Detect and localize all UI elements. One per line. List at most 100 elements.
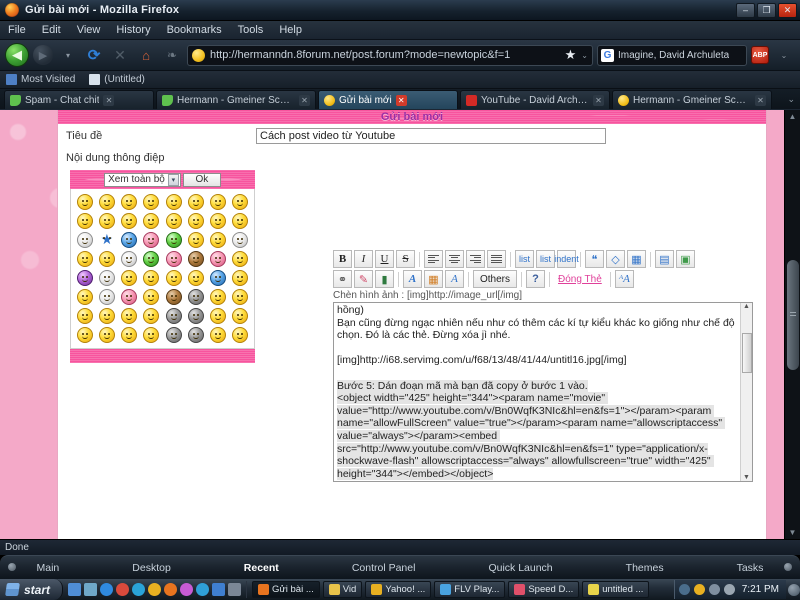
align-right-button[interactable] <box>466 250 485 268</box>
yahoo-messenger-icon[interactable] <box>148 583 162 596</box>
address-bar[interactable]: http://hermanndn.8forum.net/post.forum?m… <box>187 44 593 66</box>
smiley-icon[interactable] <box>121 232 138 248</box>
smiley-icon[interactable] <box>143 232 160 248</box>
smiley-icon[interactable] <box>121 194 138 210</box>
smiley-icon[interactable] <box>165 232 182 248</box>
smiley-icon[interactable] <box>165 289 182 305</box>
tab-close-icon[interactable]: ✕ <box>395 94 407 106</box>
dock-item-desktop[interactable]: Desktop <box>132 562 171 574</box>
spellcheck-button[interactable]: ᴬA <box>614 270 634 288</box>
clock[interactable]: 7:21 PM <box>739 584 782 595</box>
italic-button[interactable]: I <box>354 250 373 268</box>
smiley-icon[interactable] <box>143 289 160 305</box>
tab-close-icon[interactable]: ✕ <box>593 94 604 106</box>
volume-icon[interactable] <box>723 584 735 595</box>
tab-list-dropdown-icon[interactable]: ⌄ <box>787 94 800 105</box>
smiley-icon[interactable] <box>165 327 182 343</box>
smiley-icon[interactable] <box>76 270 93 286</box>
font-face-button[interactable]: A <box>403 270 422 288</box>
show-desktop-icon[interactable] <box>788 583 800 596</box>
smiley-icon[interactable] <box>165 251 182 267</box>
tab-close-icon[interactable]: ✕ <box>103 94 115 106</box>
ordered-list-button[interactable]: list <box>536 250 555 268</box>
smiley-icon[interactable] <box>98 289 115 305</box>
smiley-icon[interactable] <box>187 308 204 324</box>
taskbar-item[interactable]: Speed D... <box>508 581 580 598</box>
smiley-icon[interactable] <box>210 251 227 267</box>
smiley-icon[interactable] <box>187 232 204 248</box>
scroll-down-icon[interactable]: ▼ <box>743 474 750 481</box>
smiley-icon[interactable] <box>76 213 93 229</box>
url-dropdown-icon[interactable]: ⌄ <box>581 51 588 60</box>
font-size-button[interactable]: A <box>445 270 464 288</box>
tab-gui-bai-moi[interactable]: Gửi bài mới ✕ <box>318 90 458 109</box>
smiley-icon[interactable] <box>165 270 182 286</box>
smiley-icon[interactable] <box>232 194 249 210</box>
messenger-icon[interactable] <box>693 584 705 595</box>
align-center-button[interactable] <box>445 250 464 268</box>
display-icon[interactable] <box>708 584 720 595</box>
stop-icon[interactable]: ✕ <box>109 44 131 66</box>
table-button[interactable]: ▦ <box>627 250 646 268</box>
smiley-icon[interactable] <box>98 270 115 286</box>
dock-handle-left-icon[interactable] <box>8 563 16 571</box>
feather-icon[interactable]: ❧ <box>161 44 183 66</box>
search-icon[interactable] <box>132 583 146 596</box>
pen-button[interactable]: ✎ <box>354 270 373 288</box>
show-desktop-icon[interactable] <box>68 583 82 596</box>
page-scrollbar[interactable]: ▲ ▼ <box>784 110 800 539</box>
dock-item-recent[interactable]: Recent <box>244 562 279 574</box>
underline-button[interactable]: U <box>375 250 394 268</box>
internet-explorer-icon[interactable] <box>100 583 114 596</box>
history-dropdown-icon[interactable]: ▾ <box>57 44 79 66</box>
dock-handle-right-icon[interactable] <box>784 563 792 571</box>
smiley-icon[interactable] <box>143 194 160 210</box>
smiley-icon[interactable] <box>187 251 204 267</box>
quote-button[interactable]: ❝ <box>585 250 604 268</box>
smiley-icon[interactable] <box>187 194 204 210</box>
close-tags-link[interactable]: Đóng Thẻ <box>554 274 606 285</box>
menu-edit[interactable]: Edit <box>42 24 61 36</box>
smiley-icon[interactable] <box>121 213 138 229</box>
subject-input[interactable]: Cách post video từ Youtube <box>256 128 606 144</box>
smilies-view-select[interactable]: Xem toàn bộ ▾ <box>104 172 181 187</box>
smiley-icon[interactable] <box>187 213 204 229</box>
minimize-button[interactable]: – <box>736 2 755 18</box>
smiley-icon[interactable] <box>210 327 227 343</box>
taskbar-item[interactable]: untitled ... <box>582 581 650 598</box>
smiley-icon[interactable] <box>165 194 182 210</box>
bookmark-untitled[interactable]: (Untitled) <box>89 74 145 85</box>
opera-icon[interactable] <box>116 583 130 596</box>
tab-close-icon[interactable]: ✕ <box>755 94 766 106</box>
smiley-icon[interactable] <box>210 289 227 305</box>
align-left-button[interactable] <box>424 250 443 268</box>
search-input[interactable]: Imagine, David Archuleta <box>618 50 729 61</box>
tab-close-icon[interactable]: ✕ <box>299 94 310 106</box>
taskbar-item[interactable]: Yahoo! ... <box>365 581 432 598</box>
toolbar-overflow-icon[interactable]: ⌄ <box>773 44 795 66</box>
smiley-icon[interactable] <box>143 270 160 286</box>
bookmark-most-visited[interactable]: Most Visited <box>6 74 75 85</box>
taskbar-item[interactable]: Vid <box>322 581 363 598</box>
smiley-icon[interactable] <box>143 327 160 343</box>
close-button[interactable]: ✕ <box>778 2 797 18</box>
smiley-icon[interactable] <box>165 308 182 324</box>
scroll-up-icon[interactable]: ▲ <box>743 303 750 310</box>
tab-spam-chat-chit[interactable]: Spam - Chat chit ✕ <box>4 90 154 109</box>
adblock-plus-icon[interactable]: ABP <box>751 46 769 64</box>
smiley-icon[interactable] <box>187 270 204 286</box>
smiley-icon[interactable] <box>143 308 160 324</box>
taskbar-item[interactable]: FLV Play... <box>434 581 506 598</box>
firefox-icon[interactable] <box>164 583 178 596</box>
search-bar[interactable]: G Imagine, David Archuleta <box>597 44 747 66</box>
maximize-button[interactable]: ❐ <box>757 2 776 18</box>
smilies-ok-button[interactable]: Ok <box>182 172 221 187</box>
others-button[interactable]: Others <box>473 270 518 288</box>
smiley-icon[interactable] <box>232 327 249 343</box>
smiley-icon[interactable] <box>143 251 160 267</box>
dock-item-tasks[interactable]: Tasks <box>737 562 764 574</box>
smiley-icon[interactable] <box>210 308 227 324</box>
smiley-icon[interactable]: ★ <box>99 232 115 248</box>
page-scroll-down-icon[interactable]: ▼ <box>789 526 797 539</box>
dock-item-themes[interactable]: Themes <box>626 562 664 574</box>
